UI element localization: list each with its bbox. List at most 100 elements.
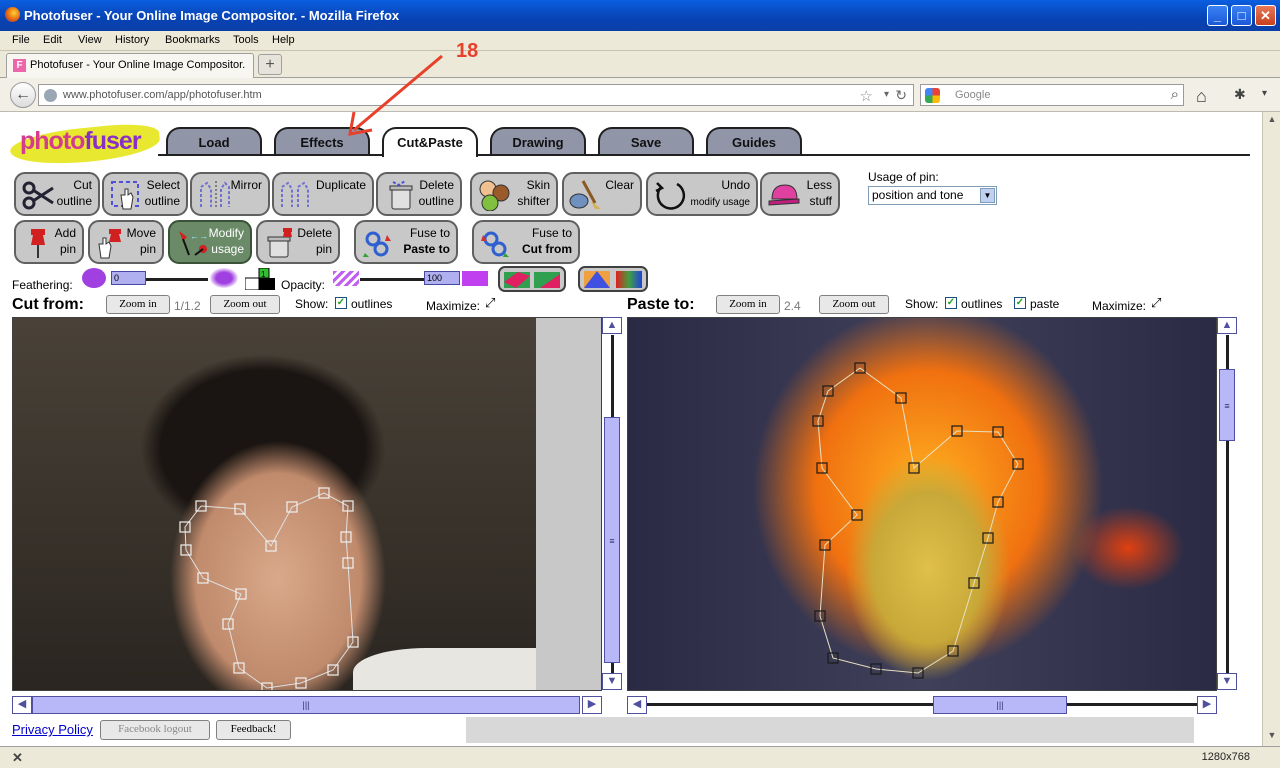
scroll-up-icon[interactable]: ▲	[1217, 317, 1237, 334]
blend-icon	[504, 272, 560, 288]
url-bar[interactable]: www.photofuser.com/app/photofuser.htm ☆ …	[38, 84, 914, 106]
scroll-down-icon[interactable]: ▼	[1265, 730, 1279, 744]
pin-usage-select[interactable]: position and tone ▼	[868, 186, 997, 205]
cut-outlines-label: outlines	[351, 297, 393, 311]
cut-from-title: Cut from:	[12, 296, 84, 313]
paste-vertical-scrollbar[interactable]: ▲ ≡ ▼	[1217, 317, 1237, 691]
opacity-slider[interactable]: 100	[424, 271, 460, 285]
paste-outlines-checkbox[interactable]: ✓	[945, 297, 957, 309]
menu-bookmarks[interactable]: Bookmarks	[165, 34, 220, 46]
paste-horizontal-scrollbar[interactable]: ◀ ||| ▶	[627, 696, 1217, 714]
fuse-to-cut-button[interactable]: Fuse to Cut from	[472, 220, 580, 264]
feathering-slider[interactable]: 0	[111, 271, 146, 285]
move-pin-button[interactable]: Move pin	[88, 220, 164, 264]
home-icon[interactable]: ⌂	[1196, 86, 1207, 107]
close-button[interactable]: ✕	[1255, 5, 1276, 26]
scroll-down-icon[interactable]: ▼	[602, 673, 622, 690]
cut-zoom-out-button[interactable]: Zoom out	[210, 295, 280, 314]
menu-edit[interactable]: Edit	[43, 34, 62, 46]
minimize-button[interactable]: _	[1207, 5, 1228, 26]
scroll-right-icon[interactable]: ▶	[582, 696, 602, 714]
addon-icon[interactable]: ✱	[1234, 86, 1246, 103]
reload-icon[interactable]: ↻	[895, 87, 907, 104]
close-status-icon[interactable]: ✕	[12, 750, 23, 766]
search-placeholder: Google	[955, 89, 991, 101]
feathering-track[interactable]	[146, 278, 208, 281]
new-tab-button[interactable]: +	[258, 54, 282, 75]
delete-pin-icon	[267, 228, 292, 258]
color-blend-button[interactable]	[498, 266, 566, 292]
select-outline-button[interactable]: Select outline	[102, 172, 188, 216]
back-arrow-icon[interactable]: ←	[10, 82, 36, 108]
mask-icon[interactable]: 1	[245, 268, 275, 290]
paste-zoom-out-button[interactable]: Zoom out	[819, 295, 889, 314]
cut-horizontal-scrollbar[interactable]: ◀ ||| ▶	[12, 696, 602, 714]
fuse-icon	[481, 231, 509, 257]
tab-drawing[interactable]: Drawing	[490, 127, 586, 155]
clear-button[interactable]: Clear	[562, 172, 642, 216]
menu-tools[interactable]: Tools	[233, 34, 259, 46]
fuse-to-paste-button[interactable]: Fuse to Paste to	[354, 220, 458, 264]
delete-pin-button[interactable]: Delete pin	[256, 220, 340, 264]
paste-maximize-label: Maximize:	[1092, 299, 1147, 313]
scroll-left-icon[interactable]: ◀	[12, 696, 32, 714]
tab-save[interactable]: Save	[598, 127, 694, 155]
feathering-soft-icon	[210, 268, 238, 288]
search-icon[interactable]: ⌕	[1171, 86, 1179, 103]
google-icon[interactable]	[925, 88, 940, 103]
browser-tab[interactable]: F Photofuser - Your Online Image Composi…	[6, 53, 254, 78]
window-title: Photofuser - Your Online Image Composito…	[24, 8, 400, 23]
favicon-icon: F	[13, 59, 26, 72]
paste-to-canvas[interactable]	[627, 317, 1217, 691]
less-stuff-button[interactable]: Less stuff	[760, 172, 840, 216]
select-hand-icon	[111, 181, 139, 210]
cut-from-canvas[interactable]	[12, 317, 602, 691]
tab-load[interactable]: Load	[166, 127, 262, 155]
tab-cut-paste[interactable]: Cut&Paste	[382, 127, 478, 157]
opacity-high-icon	[462, 271, 488, 286]
cut-zoom-in-button[interactable]: Zoom in	[106, 295, 170, 314]
feathering-label: Feathering:	[12, 278, 73, 292]
skin-shifter-button[interactable]: Skin shifter	[470, 172, 558, 216]
opacity-track[interactable]	[360, 278, 424, 281]
color-adjust-button[interactable]	[578, 266, 648, 292]
cut-outlines-checkbox[interactable]: ✓	[335, 297, 347, 309]
scroll-up-icon[interactable]: ▲	[602, 317, 622, 334]
menu-file[interactable]: File	[12, 34, 30, 46]
toolbar-dropdown-icon[interactable]: ▾	[1262, 88, 1267, 99]
page-scrollbar[interactable]: ▲ ▼	[1262, 112, 1280, 746]
cut-outline-polygon[interactable]	[13, 318, 536, 691]
bookmark-star-icon[interactable]: ☆	[860, 87, 873, 105]
scroll-down-icon[interactable]: ▼	[1217, 673, 1237, 690]
maximize-icon[interactable]: ⤢	[485, 295, 495, 311]
tab-guides[interactable]: Guides	[706, 127, 802, 155]
paste-hscroll-thumb[interactable]: |||	[933, 696, 1067, 714]
url-dropdown-icon[interactable]: ▾	[884, 89, 889, 100]
add-pin-button[interactable]: Add pin	[14, 220, 84, 264]
feedback-button[interactable]: Feedback!	[216, 720, 291, 740]
mirror-button[interactable]: Mirror	[190, 172, 270, 216]
facebook-logout-button[interactable]: Facebook logout	[100, 720, 210, 740]
menu-view[interactable]: View	[78, 34, 102, 46]
paste-paste-checkbox[interactable]: ✓	[1014, 297, 1026, 309]
maximize-icon[interactable]: ⤢	[1151, 295, 1161, 311]
privacy-policy-link[interactable]: Privacy Policy	[12, 722, 93, 737]
cut-outline-button[interactable]: Cut outline	[14, 172, 100, 216]
cut-vertical-scrollbar[interactable]: ▲ ≡ ▼	[602, 317, 622, 691]
scroll-up-icon[interactable]: ▲	[1265, 114, 1279, 128]
paste-outline-polygon[interactable]	[628, 318, 1217, 691]
duplicate-button[interactable]: Duplicate	[272, 172, 374, 216]
maximize-button[interactable]: □	[1231, 5, 1252, 26]
menu-history[interactable]: History	[115, 34, 149, 46]
cut-vscroll-thumb[interactable]: ≡	[604, 417, 620, 663]
undo-modify-usage-button[interactable]: Undo modify usage	[646, 172, 758, 216]
paste-vscroll-thumb[interactable]: ≡	[1219, 369, 1235, 441]
search-bar[interactable]: Google ⌕	[920, 84, 1184, 106]
scroll-left-icon[interactable]: ◀	[627, 696, 647, 714]
menu-help[interactable]: Help	[272, 34, 295, 46]
modify-usage-button[interactable]: ←→ Modify usage	[168, 220, 252, 264]
paste-zoom-in-button[interactable]: Zoom in	[716, 295, 780, 314]
delete-outline-button[interactable]: Delete outline	[376, 172, 462, 216]
scroll-right-icon[interactable]: ▶	[1197, 696, 1217, 714]
cut-hscroll-thumb[interactable]: |||	[32, 696, 580, 714]
